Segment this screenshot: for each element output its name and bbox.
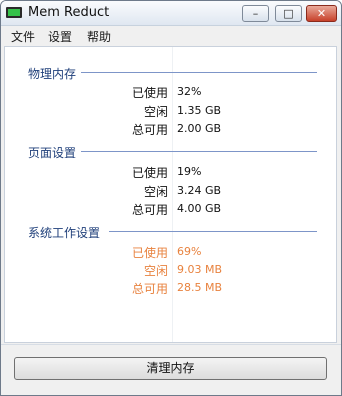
workingset-total-value: 28.5 MB bbox=[177, 281, 223, 294]
section-separator bbox=[81, 151, 317, 152]
pagefile-used-value: 19% bbox=[177, 165, 202, 178]
clear-memory-button[interactable]: 清理内存 bbox=[14, 357, 327, 380]
pagefile-free-label: 空闲 bbox=[143, 185, 168, 199]
pagefile-used-label: 已使用 bbox=[131, 166, 168, 180]
memory-chip-icon bbox=[6, 7, 22, 18]
physical-free-value: 1.35 GB bbox=[177, 104, 222, 117]
workingset-total-label: 总可用 bbox=[131, 282, 168, 296]
physical-used-label: 已使用 bbox=[131, 86, 168, 100]
physical-total-label: 总可用 bbox=[131, 123, 168, 137]
workingset-free-value: 9.03 MB bbox=[177, 263, 223, 276]
section-system-working-set-title: 系统工作设置 bbox=[28, 226, 101, 240]
pagefile-total-label: 总可用 bbox=[131, 203, 168, 217]
menu-settings[interactable]: 设置 bbox=[48, 28, 72, 45]
physical-used-value: 32% bbox=[177, 85, 202, 98]
pagefile-total-value: 4.00 GB bbox=[177, 202, 222, 215]
app-window: Mem Reduct – □ ✕ 文件 设置 帮助 物理内存 已使用 32% 空… bbox=[0, 0, 342, 396]
maximize-button[interactable]: □ bbox=[275, 5, 302, 22]
section-separator bbox=[81, 72, 317, 73]
close-button[interactable]: ✕ bbox=[306, 5, 337, 22]
physical-free-label: 空闲 bbox=[143, 105, 168, 119]
workingset-used-label: 已使用 bbox=[131, 246, 168, 260]
title-bar[interactable]: Mem Reduct – □ ✕ bbox=[1, 1, 341, 26]
menu-file[interactable]: 文件 bbox=[11, 28, 35, 45]
minimize-button[interactable]: – bbox=[242, 5, 269, 22]
close-icon: ✕ bbox=[316, 7, 327, 20]
maximize-icon: □ bbox=[283, 7, 294, 20]
workingset-free-label: 空闲 bbox=[143, 264, 168, 278]
footer-bar: 清理内存 bbox=[1, 344, 341, 395]
workingset-used-value: 69% bbox=[177, 245, 202, 258]
menu-bar: 文件 设置 帮助 bbox=[1, 26, 341, 45]
minimize-icon: – bbox=[252, 7, 259, 20]
pagefile-free-value: 3.24 GB bbox=[177, 184, 222, 197]
window-title: Mem Reduct bbox=[28, 5, 110, 20]
section-physical-memory-title: 物理内存 bbox=[28, 67, 77, 81]
column-divider bbox=[172, 47, 173, 342]
section-page-file-title: 页面设置 bbox=[28, 146, 77, 160]
section-separator bbox=[109, 231, 317, 232]
menu-help[interactable]: 帮助 bbox=[87, 28, 111, 45]
physical-total-value: 2.00 GB bbox=[177, 122, 222, 135]
memory-info-panel: 物理内存 已使用 32% 空闲 1.35 GB 总可用 2.00 GB 页面设置… bbox=[4, 46, 337, 343]
